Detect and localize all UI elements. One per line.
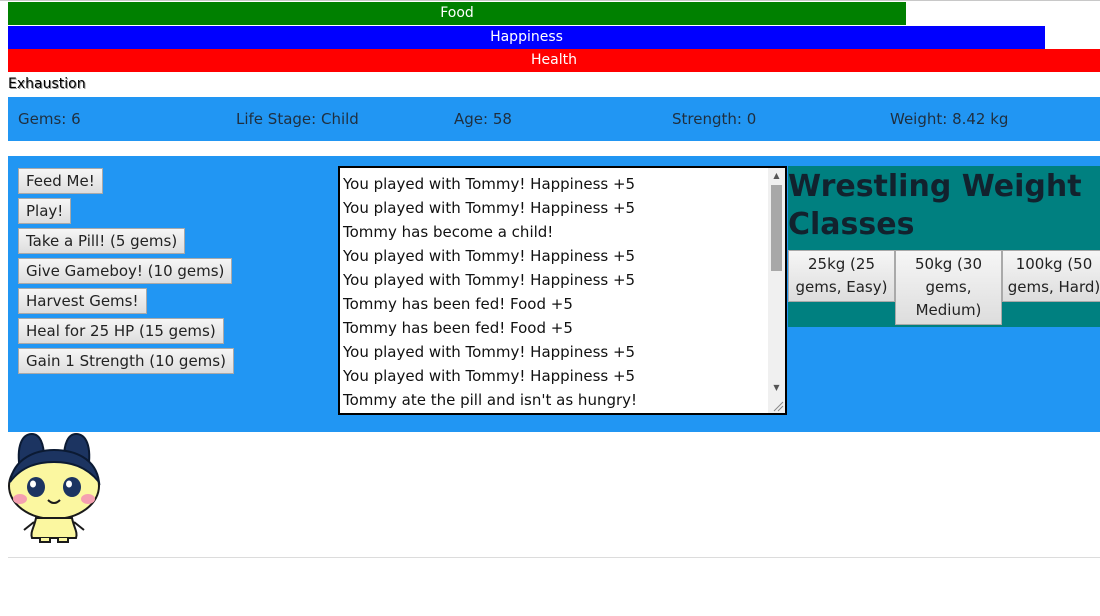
- gain-strength-button[interactable]: Gain 1 Strength (10 gems): [18, 348, 234, 374]
- log-line: Tommy has been fed! Food +5: [343, 319, 573, 337]
- log-line: You played with Tommy! Happiness +5: [343, 343, 636, 361]
- scroll-down-arrow-icon[interactable]: ▼: [768, 380, 785, 396]
- harvest-gems-button[interactable]: Harvest Gems!: [18, 288, 147, 314]
- weight-stat: Weight: 8.42 kg: [890, 110, 1009, 128]
- food-bar: Food: [8, 2, 906, 25]
- gems-stat: Gems: 6: [18, 110, 81, 128]
- resize-grip-icon[interactable]: [771, 399, 784, 412]
- log-line: You played with Tommy! Happiness +5: [343, 175, 636, 193]
- event-log[interactable]: You played with Tommy! Happiness +5 You …: [338, 166, 787, 415]
- happiness-bar-label: Happiness: [490, 29, 563, 45]
- wrestle-100kg-button[interactable]: 100kg (50 gems, Hard): [1002, 250, 1100, 302]
- wrestle-25kg-button[interactable]: 25kg (25 gems, Easy): [788, 250, 895, 302]
- log-line: Tommy ate the pill and isn't as hungry!: [343, 391, 638, 409]
- log-scrollbar[interactable]: ▲ ▼: [768, 168, 785, 413]
- scroll-thumb[interactable]: [771, 185, 782, 271]
- life-stage-stat: Life Stage: Child: [236, 110, 359, 128]
- pet-character-icon[interactable]: [6, 432, 104, 544]
- strength-stat: Strength: 0: [672, 110, 757, 128]
- log-line: You played with Tommy! Happiness +5: [343, 367, 636, 385]
- food-bar-label: Food: [440, 5, 474, 21]
- bottom-divider: [8, 557, 1100, 558]
- log-line: Tommy has become a child!: [343, 223, 554, 241]
- give-gameboy-button[interactable]: Give Gameboy! (10 gems): [18, 258, 233, 284]
- log-line: You played with Tommy! Happiness +5: [343, 247, 636, 265]
- happiness-bar: Happiness: [8, 26, 1045, 49]
- wrestling-section: Wrestling Weight Classes 25kg (25 gems, …: [788, 166, 1100, 327]
- age-stat: Age: 58: [454, 110, 512, 128]
- wrestling-title: Wrestling Weight Classes: [788, 169, 1082, 242]
- take-pill-button[interactable]: Take a Pill! (5 gems): [18, 228, 186, 254]
- heal-button[interactable]: Heal for 25 HP (15 gems): [18, 318, 224, 344]
- wrestle-50kg-button[interactable]: 50kg (30 gems, Medium): [895, 250, 1002, 325]
- health-bar: Health: [8, 49, 1100, 72]
- top-border: [0, 0, 1100, 1]
- log-line: You played with Tommy! Happiness +5: [343, 199, 636, 217]
- scroll-up-arrow-icon[interactable]: ▲: [768, 168, 785, 184]
- stats-bar: Gems: 6 Life Stage: Child Age: 58 Streng…: [8, 97, 1100, 141]
- log-line: Tommy has been fed! Food +5: [343, 295, 573, 313]
- feed-button[interactable]: Feed Me!: [18, 168, 103, 194]
- health-bar-label: Health: [531, 52, 577, 68]
- action-panel: Feed Me! Play! Take a Pill! (5 gems) Giv…: [8, 156, 1100, 432]
- play-button[interactable]: Play!: [18, 198, 72, 224]
- log-line: You played with Tommy! Happiness +5: [343, 271, 636, 289]
- exhaustion-label: Exhaustion: [8, 76, 86, 92]
